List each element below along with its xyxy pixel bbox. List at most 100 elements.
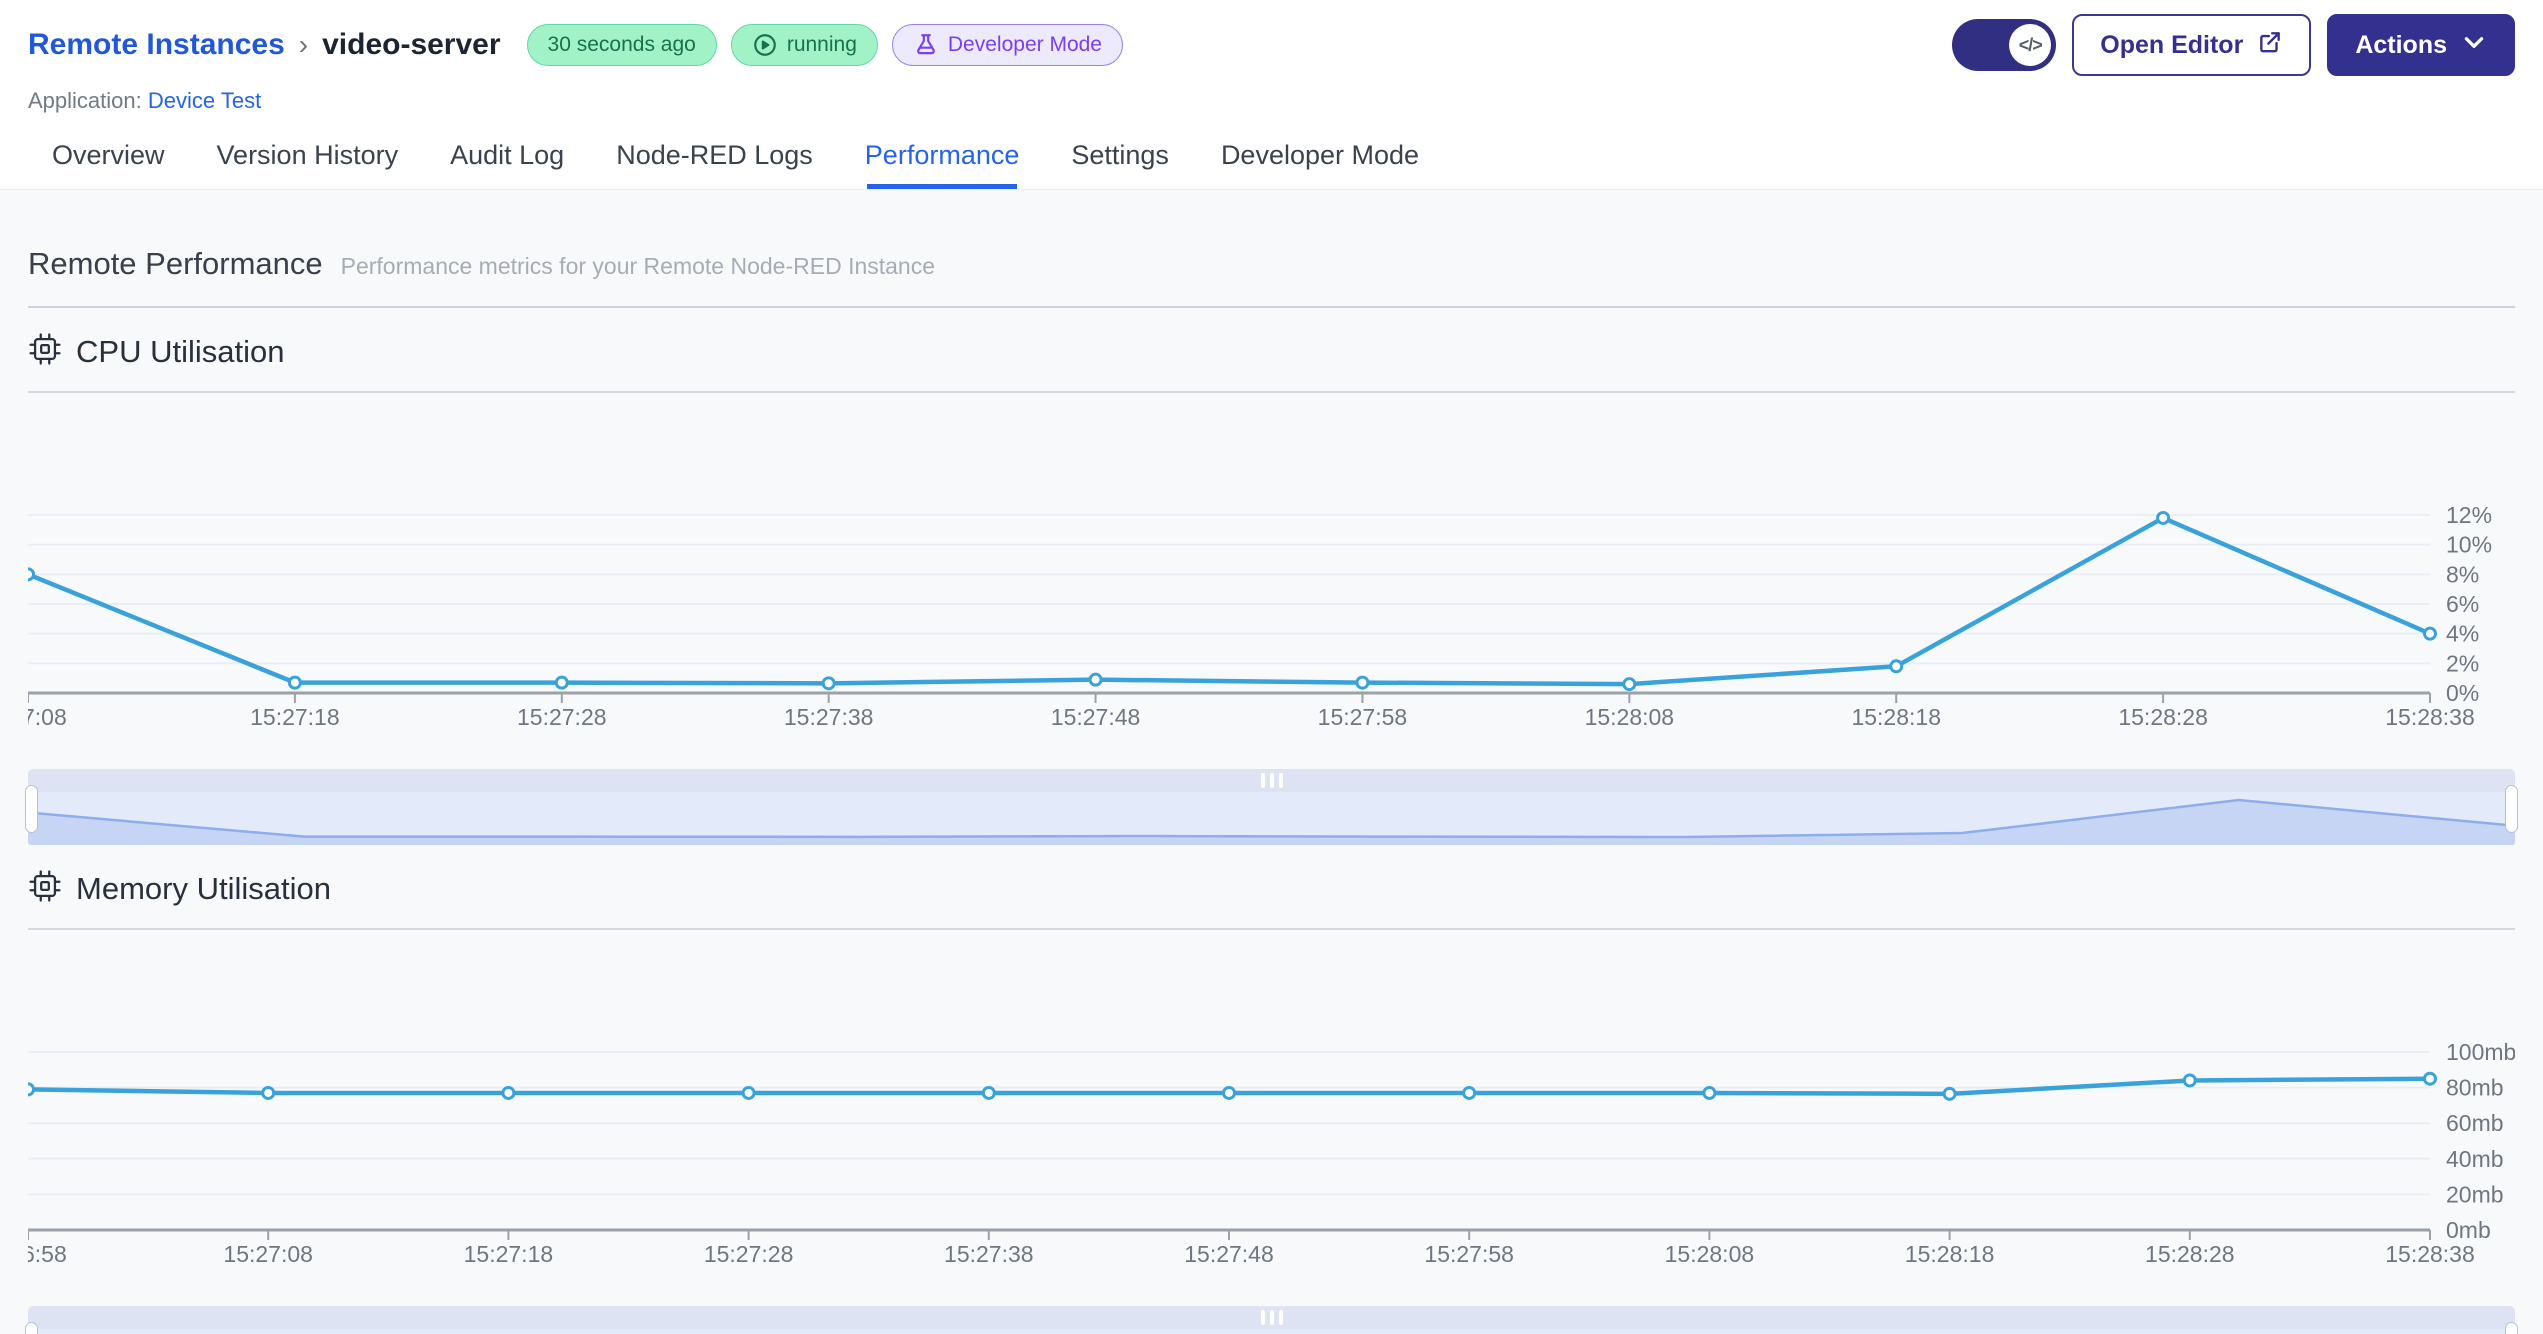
svg-text:0mb: 0mb xyxy=(2446,1217,2491,1243)
svg-text:100mb: 100mb xyxy=(2446,1039,2515,1065)
actions-button[interactable]: Actions xyxy=(2327,14,2515,76)
svg-text:15:28:38: 15:28:38 xyxy=(2385,704,2475,730)
svg-text:15:28:28: 15:28:28 xyxy=(2118,704,2208,730)
svg-text:15:28:28: 15:28:28 xyxy=(2145,1241,2235,1267)
breadcrumb-current: video-server xyxy=(322,28,501,61)
play-circle-icon xyxy=(752,32,778,58)
tab-node-red-logs[interactable]: Node-RED Logs xyxy=(616,140,813,189)
open-editor-label: Open Editor xyxy=(2100,30,2244,59)
tab-developer-mode[interactable]: Developer Mode xyxy=(1221,140,1419,189)
grip-icon xyxy=(1260,773,1265,788)
code-icon: </> xyxy=(2009,24,2052,66)
svg-text:8%: 8% xyxy=(2446,561,2479,587)
breadcrumb: Remote Instances › video-server xyxy=(28,28,501,62)
beaker-icon xyxy=(913,32,939,58)
grip-icon xyxy=(1269,773,1274,788)
memory-chart: 0mb 20mb 40mb 60mb 80mb 100mb 6:58 15:27:08 15:2… xyxy=(28,936,2515,1268)
page-subtitle: Performance metrics for your Remote Node… xyxy=(340,253,936,279)
memory-utilisation-plot: 0mb 20mb 40mb 60mb 80mb 100mb 6:58 15:27:08 15:2… xyxy=(28,1039,2515,1267)
svg-text:15:28:08: 15:28:08 xyxy=(1665,1241,1755,1267)
tab-overview[interactable]: Overview xyxy=(52,140,165,189)
cpu-section-divider xyxy=(28,391,2515,393)
editor-mode-toggle[interactable]: </> xyxy=(1952,19,2057,71)
svg-text:7:08: 7:08 xyxy=(28,704,67,730)
open-editor-button[interactable]: Open Editor xyxy=(2072,14,2312,76)
svg-text:80mb: 80mb xyxy=(2446,1075,2504,1101)
svg-text:15:28:38: 15:28:38 xyxy=(2385,1241,2475,1267)
memory-chart-range-scrubber[interactable] xyxy=(25,1306,2518,1334)
svg-text:2%: 2% xyxy=(2446,650,2479,676)
badge-label: running xyxy=(786,33,857,56)
cpu-scrubber-left-handle[interactable] xyxy=(25,785,38,833)
application-label: Application: xyxy=(28,88,142,113)
badge-label: 30 seconds ago xyxy=(547,33,696,56)
memory-minimap[interactable] xyxy=(28,1329,2515,1334)
grip-icon xyxy=(1269,1310,1274,1325)
status-badge: Developer Mode xyxy=(891,24,1123,66)
actions-label: Actions xyxy=(2355,30,2447,59)
svg-text:15:27:48: 15:27:48 xyxy=(1184,1241,1274,1267)
svg-text:15:28:08: 15:28:08 xyxy=(1585,704,1675,730)
cpu-utilisation-plot: 0% 2% 4% 6% 8% 10% 12% 7:08 15:27:18 15:27:28 15:2… xyxy=(28,502,2492,730)
svg-text:15:27:18: 15:27:18 xyxy=(464,1241,554,1267)
application-link[interactable]: Device Test xyxy=(148,88,261,113)
svg-text:10%: 10% xyxy=(2446,532,2492,558)
cpu-section-title: CPU Utilisation xyxy=(76,333,285,369)
svg-text:6%: 6% xyxy=(2446,591,2479,617)
header-divider xyxy=(28,306,2515,308)
grip-icon xyxy=(1278,1310,1283,1325)
tab-version-history[interactable]: Version History xyxy=(217,140,399,189)
svg-text:0%: 0% xyxy=(2446,680,2479,706)
tab-audit-log[interactable]: Audit Log xyxy=(450,140,564,189)
status-badge: running xyxy=(730,24,878,66)
external-link-icon xyxy=(2257,29,2283,62)
svg-text:15:27:28: 15:27:28 xyxy=(704,1241,794,1267)
chevron-down-icon xyxy=(2461,29,2487,62)
svg-text:12%: 12% xyxy=(2446,502,2492,528)
breadcrumb-parent-link[interactable]: Remote Instances xyxy=(28,28,285,62)
svg-text:15:27:58: 15:27:58 xyxy=(1318,704,1408,730)
breadcrumb-separator: › xyxy=(298,29,309,60)
svg-text:20mb: 20mb xyxy=(2446,1181,2504,1207)
header-toolbar: </> Open Editor Actions xyxy=(1952,14,2515,76)
tab-settings[interactable]: Settings xyxy=(1071,140,1169,189)
cpu-chart: 0% 2% 4% 6% 8% 10% 12% 7:08 15:27:18 15:27:28 15:2… xyxy=(28,399,2515,731)
memory-scrubber-right-handle[interactable] xyxy=(2505,1322,2518,1334)
cpu-scrubber-right-handle[interactable] xyxy=(2505,785,2518,833)
memory-section-header: Memory Utilisation xyxy=(28,869,2515,908)
cpu-utilisation-minimap-plot xyxy=(28,798,2515,845)
svg-text:15:27:38: 15:27:38 xyxy=(784,704,874,730)
svg-text:15:27:28: 15:27:28 xyxy=(517,704,607,730)
svg-text:15:27:08: 15:27:08 xyxy=(223,1241,313,1267)
cpu-chip-icon xyxy=(28,332,62,371)
svg-text:40mb: 40mb xyxy=(2446,1146,2504,1172)
svg-text:4%: 4% xyxy=(2446,621,2479,647)
memory-scrubber-drag-strip[interactable] xyxy=(28,1306,2515,1329)
tab-performance[interactable]: Performance xyxy=(865,140,1019,189)
grip-icon xyxy=(1260,1310,1265,1325)
memory-section-title: Memory Utilisation xyxy=(76,870,331,906)
tab-bar: Overview Version History Audit Log Node-RED… xyxy=(0,114,2543,189)
cpu-minimap[interactable] xyxy=(28,792,2515,845)
svg-text:15:27:48: 15:27:48 xyxy=(1051,704,1141,730)
svg-text:6:58: 6:58 xyxy=(28,1241,67,1267)
svg-text:15:27:38: 15:27:38 xyxy=(944,1241,1034,1267)
cpu-section-header: CPU Utilisation xyxy=(28,332,2515,371)
svg-text:15:27:18: 15:27:18 xyxy=(250,704,340,730)
svg-text:60mb: 60mb xyxy=(2446,1110,2504,1136)
page-header: Remote Instances › video-server 30 secon… xyxy=(0,0,2543,114)
cpu-chart-range-scrubber[interactable] xyxy=(25,769,2518,845)
badge-label: Developer Mode xyxy=(947,33,1102,56)
page-title: Remote Performance xyxy=(28,246,323,281)
memory-utilisation-minimap-plot xyxy=(28,1329,2515,1334)
memory-scrubber-left-handle[interactable] xyxy=(25,1322,38,1334)
svg-text:15:27:58: 15:27:58 xyxy=(1424,1241,1514,1267)
grip-icon xyxy=(1278,773,1283,788)
memory-chip-icon xyxy=(28,869,62,908)
status-badges: 30 seconds ago running Developer Mode xyxy=(526,24,1123,66)
status-badge: 30 seconds ago xyxy=(526,24,717,66)
svg-text:15:28:18: 15:28:18 xyxy=(1905,1241,1995,1267)
cpu-scrubber-drag-strip[interactable] xyxy=(28,769,2515,792)
svg-text:15:28:18: 15:28:18 xyxy=(1851,704,1941,730)
memory-section-divider xyxy=(28,928,2515,930)
